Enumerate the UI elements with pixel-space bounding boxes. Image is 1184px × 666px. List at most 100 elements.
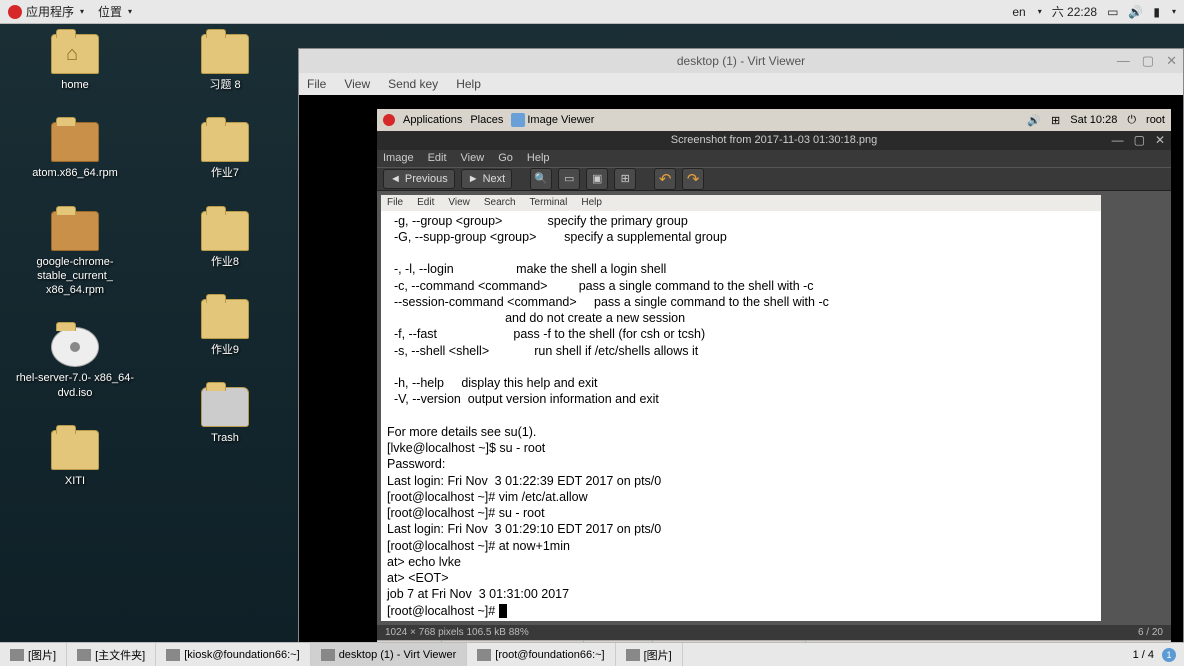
image-index: 6 / 20 — [1138, 627, 1163, 638]
desktop-icon[interactable]: 作业8 — [165, 211, 285, 269]
applications-menu[interactable]: 应用程序 — [26, 3, 74, 20]
battery-icon[interactable]: ▮ — [1153, 5, 1160, 19]
workspace-pager[interactable]: 1 / 4 — [1133, 649, 1154, 661]
guest-power-icon[interactable]: ⏻ — [1127, 114, 1136, 127]
term-menu-item-file[interactable]: File — [387, 197, 403, 208]
iv-menu-item-go[interactable]: Go — [498, 152, 513, 164]
desktop-icon[interactable]: XITI — [15, 430, 135, 488]
arrow-left-icon: ◄ — [390, 173, 401, 185]
distro-icon — [8, 5, 22, 19]
guest-clock[interactable]: Sat 10:28 — [1070, 114, 1117, 126]
guest-network-icon[interactable]: ⊞ — [1051, 114, 1060, 127]
vm-display[interactable]: Applications Places Image Viewer 🔊 ⊞ Sat… — [299, 95, 1183, 665]
host-bottom-panel: [图片] [主文件夹] [kiosk@foundation66:~] desktop … — [0, 642, 1184, 666]
icon-label: 作业9 — [211, 343, 239, 357]
icon-label: rhel-server-7.0- x86_64-dvd.iso — [15, 371, 135, 400]
taskbar-item[interactable]: [kiosk@foundation66:~] — [156, 643, 310, 666]
desktop-icon[interactable]: 习题 8 — [165, 34, 285, 92]
virt-viewer-menubar: File View Send key Help — [299, 73, 1183, 95]
maximize-button[interactable]: ▢ — [1142, 53, 1154, 69]
task-icon — [10, 649, 24, 661]
screen-icon[interactable]: ▭ — [1107, 5, 1118, 19]
rotate-left-button[interactable]: ↶ — [654, 168, 676, 190]
taskbar-item[interactable]: [root@foundation66:~] — [467, 643, 615, 666]
iv-menu-item-view[interactable]: View — [461, 152, 485, 164]
host-top-panel: 应用程序▾ 位置▾ en▾ 六 22:28 ▭ 🔊 ▮ ▾ — [0, 0, 1184, 24]
rotate-right-button[interactable]: ↷ — [682, 168, 704, 190]
desktop[interactable]: home atom.x86_64.rpm google-chrome- stable… — [0, 24, 1184, 642]
term-menu-item-search[interactable]: Search — [484, 197, 516, 208]
image-viewer-menubar: Image Edit View Go Help — [377, 150, 1171, 167]
folder-icon — [51, 34, 99, 74]
displayed-screenshot: FileEditViewSearchTerminalHelp -g, --gro… — [377, 191, 1171, 625]
icon-label: home — [61, 78, 89, 92]
gallery-button[interactable]: ⊞ — [614, 168, 636, 190]
menu-item-help[interactable]: Help — [456, 77, 481, 91]
folder-icon — [51, 122, 99, 162]
zoom-in-button[interactable]: 🔍 — [530, 168, 552, 190]
guest-volume-icon[interactable]: 🔊 — [1027, 114, 1041, 127]
image-viewer-icon — [511, 113, 525, 127]
desktop-icon[interactable]: rhel-server-7.0- x86_64-dvd.iso — [15, 327, 135, 400]
iv-menu-item-edit[interactable]: Edit — [428, 152, 447, 164]
taskbar-item[interactable]: [图片] — [616, 643, 683, 666]
image-viewer-titlebar[interactable]: Screenshot from 2017-11-03 01:30:18.png … — [377, 131, 1171, 150]
image-viewer-title: Screenshot from 2017-11-03 01:30:18.png — [671, 134, 878, 146]
taskbar-item[interactable]: desktop (1) - Virt Viewer — [311, 643, 468, 666]
iv-close-button[interactable]: ✕ — [1155, 133, 1165, 147]
taskbar-item[interactable]: [主文件夹] — [67, 643, 156, 666]
image-viewer-window: Screenshot from 2017-11-03 01:30:18.png … — [377, 131, 1171, 659]
folder-icon — [51, 327, 99, 367]
desktop-icon[interactable]: google-chrome- stable_current_ x86_64.rp… — [15, 211, 135, 298]
guest-distro-icon — [383, 114, 395, 126]
desktop-icon[interactable]: home — [15, 34, 135, 92]
window-titlebar[interactable]: desktop (1) - Virt Viewer — ▢ ✕ — [299, 49, 1183, 73]
iv-menu-item-image[interactable]: Image — [383, 152, 414, 164]
menu-item-send-key[interactable]: Send key — [388, 77, 438, 91]
task-icon — [477, 649, 491, 661]
next-button[interactable]: ►Next — [461, 169, 513, 189]
virt-viewer-window: desktop (1) - Virt Viewer — ▢ ✕ File View… — [298, 48, 1184, 666]
term-menu-item-view[interactable]: View — [448, 197, 470, 208]
minimize-button[interactable]: — — [1117, 53, 1130, 69]
guest-places-menu[interactable]: Places — [470, 114, 503, 126]
task-label: [kiosk@foundation66:~] — [184, 649, 299, 661]
term-menu-item-terminal[interactable]: Terminal — [530, 197, 568, 208]
zoom-out-button[interactable]: ▭ — [558, 168, 580, 190]
desktop-icon[interactable]: atom.x86_64.rpm — [15, 122, 135, 180]
places-menu[interactable]: 位置 — [98, 3, 122, 20]
window-title: desktop (1) - Virt Viewer — [677, 54, 805, 68]
guest-user-menu[interactable]: root — [1146, 114, 1165, 126]
guest-active-app[interactable]: Image Viewer — [527, 114, 594, 126]
task-label: [图片] — [644, 647, 672, 663]
icon-label: atom.x86_64.rpm — [32, 166, 118, 180]
clock[interactable]: 六 22:28 — [1052, 3, 1097, 20]
task-icon — [77, 649, 91, 661]
menu-item-view[interactable]: View — [344, 77, 370, 91]
zoom-fit-button[interactable]: ▣ — [586, 168, 608, 190]
term-menu-item-help[interactable]: Help — [581, 197, 602, 208]
arrow-right-icon: ► — [468, 173, 479, 185]
terminal-menubar: File Edit View Search Terminal Help — [381, 195, 1101, 211]
close-button[interactable]: ✕ — [1166, 53, 1177, 69]
iv-menu-item-help[interactable]: Help — [527, 152, 550, 164]
desktop-icon[interactable]: 作业7 — [165, 122, 285, 180]
iv-maximize-button[interactable]: ▢ — [1134, 133, 1145, 147]
guest-applications-menu[interactable]: Applications — [403, 114, 462, 126]
desktop-icon[interactable]: 作业9 — [165, 299, 285, 357]
image-info: 1024 × 768 pixels 106.5 kB 88% — [385, 627, 529, 638]
menu-item-file[interactable]: File — [307, 77, 326, 91]
folder-icon — [201, 122, 249, 162]
term-menu-item-edit[interactable]: Edit — [417, 197, 434, 208]
folder-icon — [201, 387, 249, 427]
notification-icon[interactable]: 1 — [1162, 648, 1176, 662]
icon-label: 作业7 — [211, 166, 239, 180]
taskbar-item[interactable]: [图片] — [0, 643, 67, 666]
input-method-indicator[interactable]: en — [1012, 5, 1025, 19]
task-label: [图片] — [28, 647, 56, 663]
desktop-icon[interactable]: Trash — [165, 387, 285, 445]
volume-icon[interactable]: 🔊 — [1128, 5, 1143, 19]
iv-minimize-button[interactable]: — — [1112, 133, 1124, 147]
icon-label: XITI — [65, 474, 85, 488]
previous-button[interactable]: ◄Previous — [383, 169, 455, 189]
